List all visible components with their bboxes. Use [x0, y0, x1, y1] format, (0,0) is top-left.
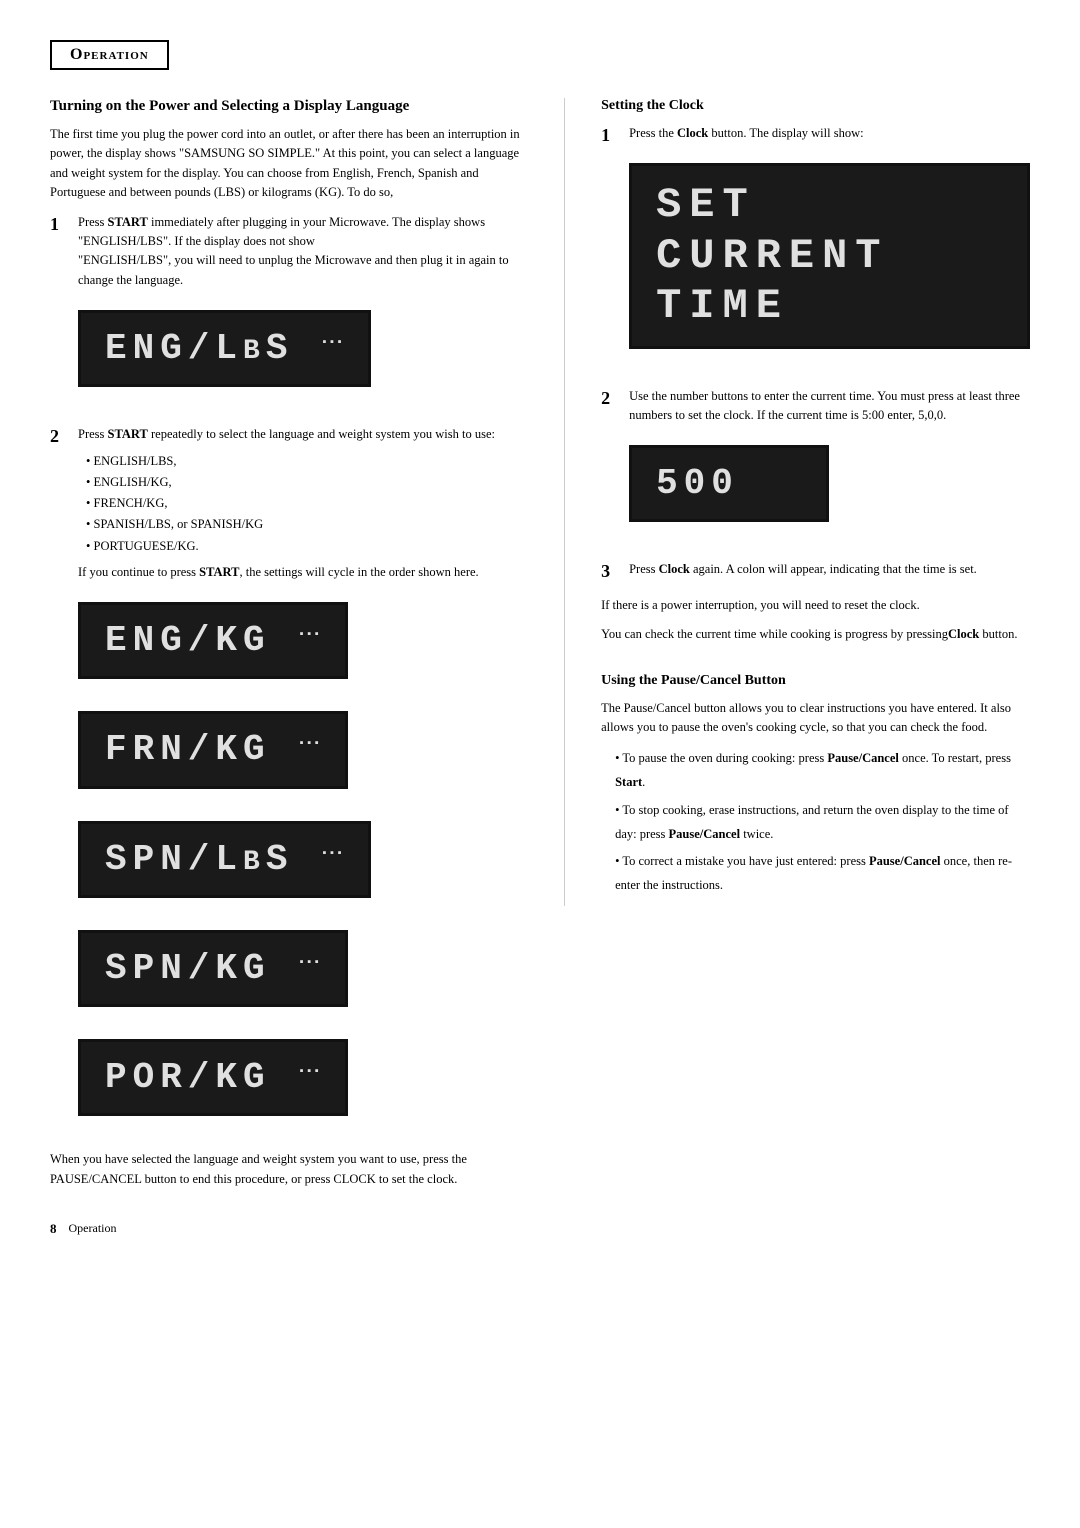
clock-step3-text: Press Clock again. A colon will appear, …	[629, 562, 977, 576]
page-number-line: 8 Operation	[50, 1221, 524, 1237]
option-eng-lbs: ENGLISH/LBS,	[86, 451, 524, 472]
step2-content: Press START repeatedly to select the lan…	[78, 425, 524, 1138]
step1-display-wrap: ENG/LBS ▪▪▪	[78, 300, 524, 401]
set-current-time-display: SET CURRENT TIME	[629, 163, 1030, 348]
step1-content: Press START immediately after plugging i…	[78, 213, 524, 414]
left-intro: The first time you plug the power cord i…	[50, 125, 524, 203]
page-header: Operation	[50, 40, 1030, 98]
option-frn-kg: FRENCH/KG,	[86, 493, 524, 514]
eng-kg-display-wrap: ENG/KG ▪▪▪	[78, 592, 524, 693]
page-section-label: Operation	[69, 1221, 117, 1236]
por-kg-display: POR/KG ▪▪▪	[78, 1039, 348, 1116]
500-display-wrap: 500	[629, 435, 1030, 536]
eng-kg-display: ENG/KG ▪▪▪	[78, 602, 348, 679]
spn-kg-display: SPN/KG ▪▪▪	[78, 930, 348, 1007]
left-footer-text: When you have selected the language and …	[50, 1150, 524, 1189]
clock-section-title: Setting the Clock	[601, 98, 1030, 114]
clock-step2-content: Use the number buttons to enter the curr…	[629, 387, 1030, 549]
page-num: 8	[50, 1221, 57, 1237]
clock-section: Setting the Clock 1 Press the Clock butt…	[601, 98, 1030, 645]
pause-bullet-3: To correct a mistake you have just enter…	[615, 850, 1030, 898]
step2-text: Press START repeatedly to select the lan…	[78, 427, 495, 441]
spn-lbs-display-wrap: SPN/LBS ▪▪▪	[78, 811, 524, 912]
pause-intro: The Pause/Cancel button allows you to cl…	[601, 699, 1030, 738]
500-display: 500	[629, 445, 829, 522]
left-column: Turning on the Power and Selecting a Dis…	[50, 98, 524, 1237]
right-column: Setting the Clock 1 Press the Clock butt…	[564, 98, 1030, 906]
spn-kg-display-wrap: SPN/KG ▪▪▪	[78, 920, 524, 1021]
clock-step2-text: Use the number buttons to enter the curr…	[629, 389, 1020, 422]
check-text: You can check the current time while coo…	[601, 625, 1030, 644]
left-section-title: Turning on the Power and Selecting a Dis…	[50, 98, 524, 115]
pause-section-title: Using the Pause/Cancel Button	[601, 673, 1030, 689]
clock-step1-num: 1	[601, 124, 619, 147]
spn-lbs-display: SPN/LBS ▪▪▪	[78, 821, 371, 898]
eng-lbs-display: ENG/LBS ▪▪▪	[78, 310, 371, 387]
option-spn: SPANISH/LBS, or SPANISH/KG	[86, 514, 524, 535]
step2-options: ENGLISH/LBS, ENGLISH/KG, FRENCH/KG, SPAN…	[78, 451, 524, 557]
clock-step2-num: 2	[601, 387, 619, 410]
step1-text: Press START immediately after plugging i…	[78, 215, 509, 287]
clock-step-3: 3 Press Clock again. A colon will appear…	[601, 560, 1030, 583]
interruption-text: If there is a power interruption, you wi…	[601, 596, 1030, 615]
clock-step1-text: Press the Clock button. The display will…	[629, 126, 864, 140]
clock-bold: Clock	[948, 627, 979, 641]
option-eng-kg: ENGLISH/KG,	[86, 472, 524, 493]
frn-kg-display-wrap: FRN/KG ▪▪▪	[78, 701, 524, 802]
option-por: PORTUGUESE/KG.	[86, 536, 524, 557]
clock-step1-content: Press the Clock button. The display will…	[629, 124, 1030, 375]
set-current-time-wrap: SET CURRENT TIME	[629, 153, 1030, 362]
clock-step3-num: 3	[601, 560, 619, 583]
check-text-part1: You can check the current time while coo…	[601, 627, 948, 641]
pause-bullet-1: To pause the oven during cooking: press …	[615, 747, 1030, 795]
por-kg-display-wrap: POR/KG ▪▪▪	[78, 1029, 524, 1130]
clock-step3-content: Press Clock again. A colon will appear, …	[629, 560, 1030, 579]
pause-bullets: To pause the oven during cooking: press …	[601, 747, 1030, 898]
left-step-1: 1 Press START immediately after plugging…	[50, 213, 524, 414]
check-text-end: button.	[979, 627, 1017, 641]
pause-bullet-2: To stop cooking, erase instructions, and…	[615, 799, 1030, 847]
step2-num: 2	[50, 425, 68, 448]
clock-step-1: 1 Press the Clock button. The display wi…	[601, 124, 1030, 375]
operation-header: Operation	[50, 40, 169, 70]
pause-section: Using the Pause/Cancel Button The Pause/…	[601, 673, 1030, 898]
frn-kg-display: FRN/KG ▪▪▪	[78, 711, 348, 788]
clock-step-2: 2 Use the number buttons to enter the cu…	[601, 387, 1030, 549]
step1-num: 1	[50, 213, 68, 236]
left-step-2: 2 Press START repeatedly to select the l…	[50, 425, 524, 1138]
step2-continue: If you continue to press START, the sett…	[78, 563, 524, 582]
